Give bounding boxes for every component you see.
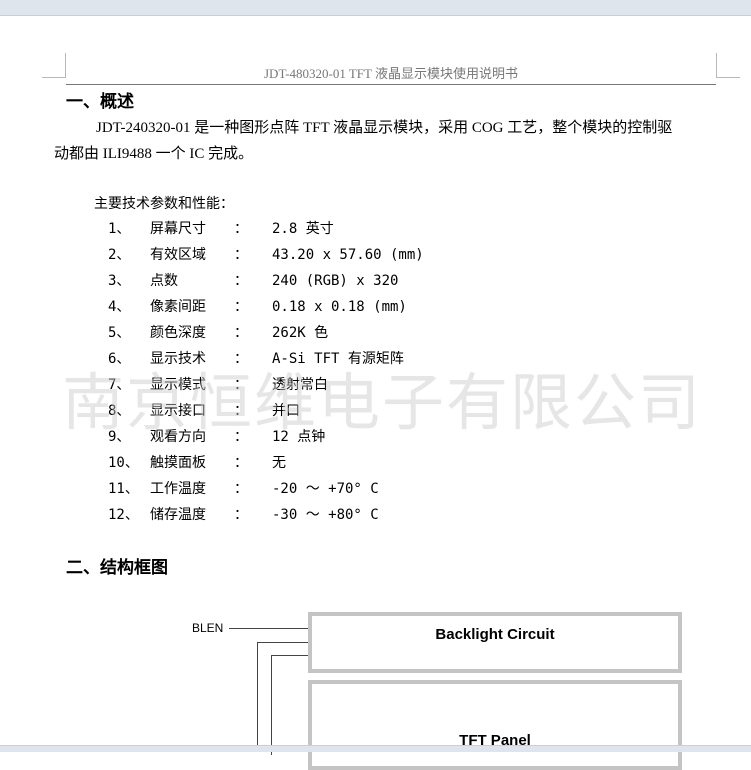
spec-value: 0.18 x 0.18 (mm) (272, 299, 407, 315)
section-heading-block-diagram: 二、结构框图 (66, 558, 168, 578)
spec-label: 颜色深度 (150, 325, 206, 341)
page-header-title: JDT-480320-01 TFT 液晶显示模块使用说明书 (264, 66, 518, 81)
page-corner-mark-right (716, 53, 740, 78)
spec-label: 显示模式 (150, 377, 206, 393)
spec-label: 观看方向 (150, 429, 206, 445)
spec-colon: ： (234, 507, 248, 523)
spec-value: 无 (272, 455, 286, 471)
spec-value: -30 ～ +80° C (272, 507, 379, 523)
overview-paragraph: JDT-240320-01 是一种图形点阵 TFT 液晶显示模块，采用 COG … (54, 115, 714, 167)
spec-label: 屏幕尺寸 (150, 221, 206, 237)
spec-colon: ： (234, 481, 248, 497)
paragraph-line-1: JDT-240320-01 是一种图形点阵 TFT 液晶显示模块，采用 COG … (96, 120, 673, 136)
spec-num: 1、 (108, 221, 131, 237)
spec-label: 显示接口 (150, 403, 206, 419)
spec-num: 6、 (108, 351, 131, 367)
spec-num: 11、 (108, 481, 139, 497)
spec-colon: ： (234, 325, 248, 341)
spec-label: 触摸面板 (150, 455, 206, 471)
spec-value: 240 (RGB) x 320 (272, 273, 399, 289)
spec-num: 4、 (108, 299, 131, 315)
wire-2-horizontal (271, 655, 310, 656)
window-top-bar (0, 0, 751, 16)
spec-value: A-Si TFT 有源矩阵 (272, 351, 404, 367)
spec-value: 262K 色 (272, 325, 329, 341)
spec-colon: ： (234, 351, 248, 367)
backlight-circuit-block: Backlight Circuit (308, 612, 682, 673)
spec-num: 3、 (108, 273, 131, 289)
spec-num: 12、 (108, 507, 139, 523)
spec-label: 有效区域 (150, 247, 206, 263)
spec-colon: ： (234, 429, 248, 445)
section-heading-overview: 一、概述 (66, 92, 134, 112)
signal-label-blen: BLEN (192, 621, 224, 635)
spec-num: 10、 (108, 455, 139, 471)
spec-value: 2.8 英寸 (272, 221, 334, 237)
spec-value: 并口 (272, 403, 300, 419)
spec-colon: ： (234, 221, 248, 237)
spec-label: 显示技术 (150, 351, 206, 367)
wire-1-vertical (257, 642, 258, 752)
spec-label: 像素间距 (150, 299, 206, 315)
spec-value: 透射常白 (272, 377, 328, 393)
spec-value: 12 点钟 (272, 429, 326, 445)
spec-num: 8、 (108, 403, 131, 419)
spec-label: 工作温度 (150, 481, 206, 497)
spec-label: 点数 (150, 273, 178, 289)
wire-2-vertical (271, 655, 272, 755)
spec-num: 5、 (108, 325, 131, 341)
paragraph-line-2: 动都由 ILI9488 一个 IC 完成。 (54, 146, 254, 162)
spec-colon: ： (234, 299, 248, 315)
spec-value: 43.20 x 57.60 (mm) (272, 247, 424, 263)
header-rule (66, 84, 716, 85)
spec-colon: ： (234, 455, 248, 471)
page-corner-mark-left (42, 53, 66, 78)
spec-label: 储存温度 (150, 507, 206, 523)
spec-colon: ： (234, 377, 248, 393)
spec-num: 2、 (108, 247, 131, 263)
wire-1-horizontal (257, 642, 310, 643)
spec-num: 9、 (108, 429, 131, 445)
specs-title: 主要技术参数和性能： (94, 196, 234, 212)
spec-colon: ： (234, 403, 248, 419)
spec-colon: ： (234, 247, 248, 263)
wire-blen (229, 628, 310, 629)
spec-value: -20 ～ +70° C (272, 481, 379, 497)
spec-num: 7、 (108, 377, 131, 393)
tft-panel-block: TFT Panel (308, 680, 682, 770)
spec-colon: ： (234, 273, 248, 289)
